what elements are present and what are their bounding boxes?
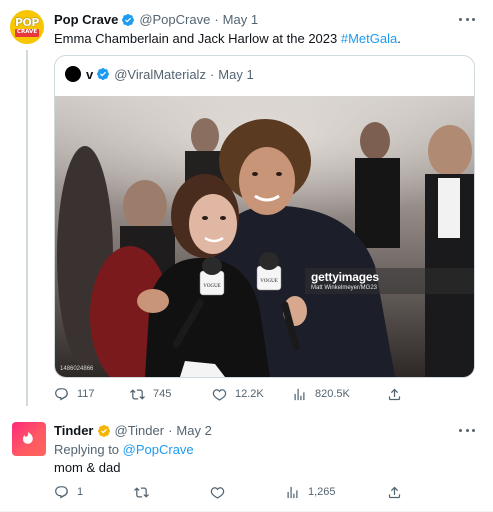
- photo-id: 1486024866: [60, 366, 94, 372]
- mic-flag-text: VOGUE: [260, 279, 278, 284]
- author-name[interactable]: Pop Crave: [54, 12, 118, 27]
- views-icon: [287, 486, 298, 498]
- reply-icon: [55, 485, 68, 499]
- author-handle[interactable]: @Tinder: [115, 423, 165, 438]
- reply-icon: [55, 387, 68, 401]
- retweet-count: 745: [153, 388, 172, 400]
- tweet-text: Emma Chamberlain and Jack Harlow at the …: [54, 31, 401, 46]
- views-button[interactable]: 1,265: [285, 484, 336, 500]
- photo-illustration: VOGUE VOGUE: [55, 96, 474, 377]
- retweet-icon: [130, 388, 145, 400]
- author-handle[interactable]: @PopCrave: [139, 12, 210, 27]
- replying-to: Replying to @PopCrave: [54, 442, 194, 457]
- quoted-tweet[interactable]: v @ViralMaterialz · May 1 VOGUE VOGUE ge…: [54, 55, 475, 378]
- reply-count: 117: [77, 388, 95, 400]
- heart-icon: [210, 486, 225, 499]
- share-icon: [388, 388, 401, 400]
- tweet-date[interactable]: May 1: [223, 12, 258, 27]
- heart-icon: [212, 388, 227, 401]
- logo-text-top: POP: [15, 16, 39, 30]
- tweet-text: mom & dad: [54, 460, 121, 475]
- views-count: 1,265: [308, 486, 336, 498]
- verified-badge-icon: [97, 424, 111, 438]
- share-icon: [388, 486, 401, 498]
- like-count: 12.2K: [235, 388, 264, 400]
- getty-watermark: gettyimages Matt Winkelmeyer/MG23: [305, 268, 474, 294]
- retweet-button[interactable]: [134, 484, 157, 500]
- quoted-tweet-header: v @ViralMaterialz · May 1: [65, 66, 254, 82]
- more-icon[interactable]: [459, 12, 475, 26]
- replying-to-label: Replying to: [54, 442, 123, 457]
- views-button[interactable]: 820.5K: [292, 386, 350, 402]
- mic-flag-text: VOGUE: [203, 284, 221, 289]
- verified-badge-icon: [96, 67, 110, 81]
- quoted-author-handle[interactable]: @ViralMaterialz: [114, 67, 206, 82]
- tweet-text-end: .: [397, 31, 401, 46]
- like-button[interactable]: 12.2K: [212, 386, 264, 402]
- retweet-button[interactable]: 745: [130, 386, 171, 402]
- reply-button[interactable]: 1: [54, 484, 83, 500]
- pop-crave-logo: POP CRAVE: [14, 16, 40, 37]
- retweet-icon: [134, 486, 149, 498]
- quoted-author-name[interactable]: v: [86, 67, 93, 82]
- tinder-flame-icon: [23, 432, 33, 444]
- getty-logo-text: gettyimages: [311, 270, 379, 284]
- separator-dot: ·: [209, 66, 215, 82]
- tweet-date[interactable]: May 2: [176, 423, 211, 438]
- avatar[interactable]: [12, 422, 46, 456]
- photo-credit: Matt Winkelmeyer/MG23: [311, 285, 378, 291]
- avatar[interactable]: POP CRAVE: [10, 10, 44, 44]
- tweet-header: Pop Crave @PopCrave · May 1: [54, 12, 258, 27]
- separator-dot: ·: [214, 12, 219, 27]
- more-icon[interactable]: [459, 423, 475, 437]
- reply-button[interactable]: 117: [54, 386, 95, 402]
- tweet[interactable]: POP CRAVE Pop Crave @PopCrave · May 1 Em…: [0, 0, 493, 414]
- tweet-header: Tinder @Tinder · May 2: [54, 423, 212, 438]
- quoted-avatar[interactable]: [65, 66, 81, 82]
- share-button[interactable]: [387, 386, 410, 402]
- share-button[interactable]: [387, 484, 410, 500]
- like-button[interactable]: [210, 484, 233, 500]
- logo-text-bottom: CRAVE: [14, 29, 40, 37]
- tweet-photo[interactable]: VOGUE VOGUE gettyimages Matt Winkelmeyer…: [55, 96, 474, 377]
- replying-to-link[interactable]: @PopCrave: [123, 442, 194, 457]
- quoted-tweet-date[interactable]: May 1: [218, 67, 253, 82]
- separator-dot: ·: [168, 423, 173, 438]
- views-icon: [294, 388, 305, 400]
- views-count: 820.5K: [315, 388, 350, 400]
- author-name[interactable]: Tinder: [54, 423, 94, 438]
- reply-tweet[interactable]: Tinder @Tinder · May 2 Replying to @PopC…: [0, 414, 493, 512]
- reply-count: 1: [77, 486, 84, 498]
- hashtag-link[interactable]: #MetGala: [341, 31, 397, 46]
- tweet-text-body: Emma Chamberlain and Jack Harlow at the …: [54, 31, 341, 46]
- verified-badge-icon: [121, 13, 135, 27]
